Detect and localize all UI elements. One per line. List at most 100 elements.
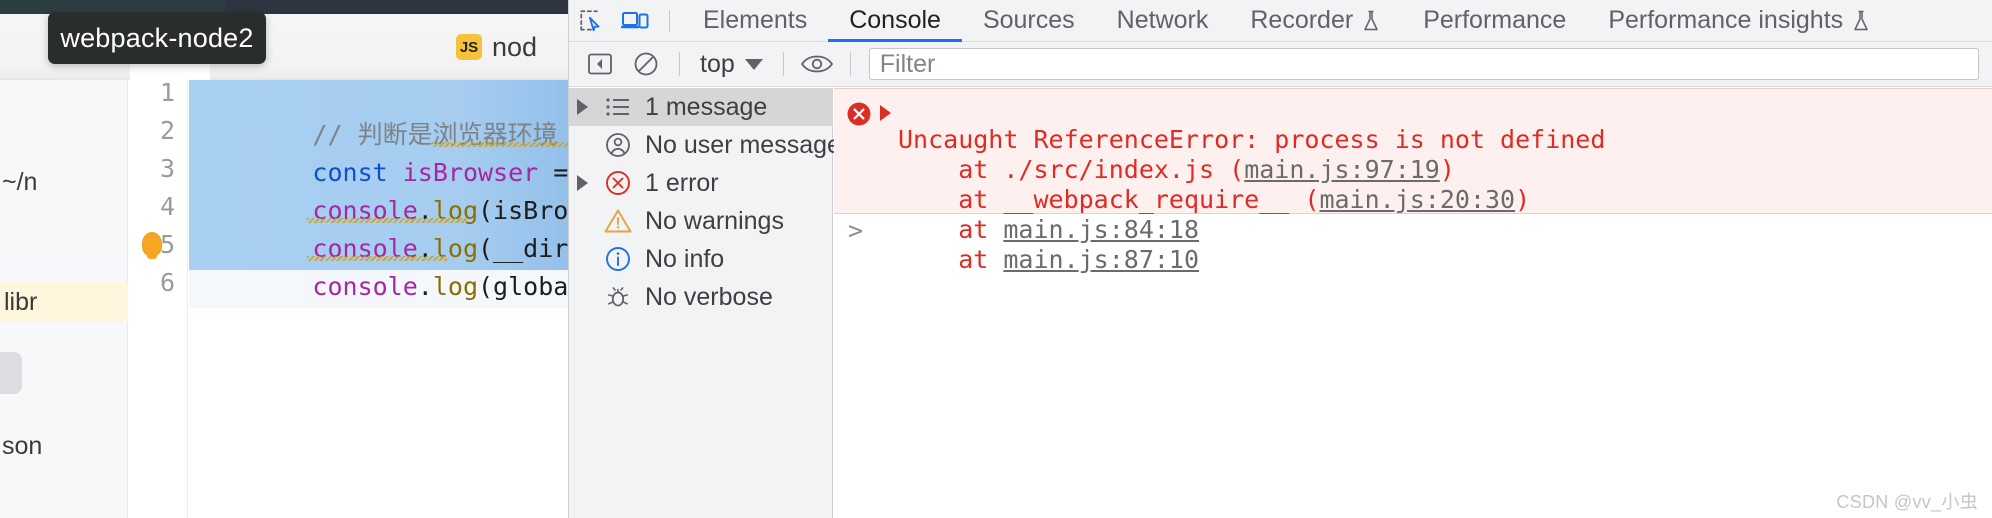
chevron-down-icon: [744, 58, 763, 70]
code-editor-pane: in.js JS nod ~/n libr son 1 2 3 4 5 6: [0, 0, 568, 518]
sidebar-item-user-messages-label: No user messages: [645, 130, 854, 159]
error-title: Uncaught ReferenceError: process is not …: [898, 125, 1606, 154]
info-icon: [595, 245, 641, 273]
editor-titlebar-right: [225, 0, 568, 14]
screenshot-root: in.js JS nod ~/n libr son 1 2 3 4 5 6: [0, 0, 1992, 518]
error-squiggle: [307, 218, 467, 223]
experiment-flask-icon: [1854, 10, 1868, 30]
tab-console-label: Console: [849, 6, 941, 34]
device-toolbar-icon[interactable]: [613, 0, 657, 42]
js-file-icon: JS: [456, 34, 482, 60]
console-error-text: Uncaught ReferenceError: process is not …: [898, 95, 1988, 305]
code-method: log: [432, 272, 478, 301]
sidebar-item-info-label: No info: [645, 244, 725, 273]
explorer-library-fragment[interactable]: libr: [0, 282, 128, 322]
console-toolbar: top Filter: [569, 42, 1992, 87]
tab-elements-label: Elements: [703, 6, 808, 34]
toolbar-divider: [849, 52, 851, 76]
expand-arrow-icon[interactable]: [569, 99, 595, 115]
editor-gutter: 1 2 3 4 5 6: [128, 78, 188, 518]
tab-sources[interactable]: Sources: [962, 0, 1096, 42]
experiment-flask-icon: [1364, 10, 1378, 30]
code-line-5: console.log(global);: [192, 230, 568, 344]
explorer-scroll-chip[interactable]: [0, 352, 22, 394]
sidebar-item-messages-label: 1 message: [645, 92, 768, 121]
user-icon: [595, 131, 641, 159]
tab-elements[interactable]: Elements: [682, 0, 828, 42]
devtools-tab-bar: Elements Console Sources Network Recorde…: [569, 0, 1992, 42]
expand-arrow-icon[interactable]: [569, 175, 595, 191]
console-sidebar: 1 message No user messages 1 error No wa…: [569, 88, 853, 518]
stack-link-2[interactable]: main.js:20:30: [1319, 185, 1515, 214]
sidebar-item-errors-label: 1 error: [645, 168, 719, 197]
stack-prefix-2: at __webpack_require__ (: [898, 185, 1320, 214]
code-args: (global);: [478, 272, 568, 301]
error-icon: [846, 101, 872, 127]
error-squiggle: [432, 142, 568, 147]
stack-link-3[interactable]: main.js:84:18: [1003, 215, 1199, 244]
editor-tab-node[interactable]: JS nod: [440, 14, 553, 80]
sidebar-item-warnings-label: No warnings: [645, 206, 784, 235]
tab-performance-label: Performance: [1423, 6, 1567, 34]
line-number: 2: [159, 116, 175, 145]
toolbar-divider: [782, 52, 784, 76]
execution-context-value: top: [700, 49, 735, 78]
sidebar-item-errors[interactable]: 1 error: [569, 164, 833, 202]
explorer-json-fragment[interactable]: son: [0, 432, 128, 461]
stack-prefix-4: at: [898, 245, 1004, 274]
quickfix-lightbulb-icon[interactable]: [142, 232, 162, 259]
code-object: console: [312, 272, 418, 301]
toggle-console-sidebar-icon[interactable]: [577, 42, 623, 87]
list-icon: [595, 96, 641, 118]
sidebar-item-verbose[interactable]: No verbose: [569, 278, 833, 316]
tab-recorder-label: Recorder: [1250, 6, 1354, 34]
stack-suffix-1: ): [1439, 155, 1455, 184]
stack-link-1[interactable]: main.js:97:19: [1244, 155, 1440, 184]
sidebar-item-info[interactable]: No info: [569, 240, 833, 278]
line-number: 6: [159, 268, 175, 297]
toolbar-divider: [679, 52, 680, 76]
error-icon: [595, 169, 641, 197]
console-filter-placeholder: Filter: [879, 49, 936, 78]
line-number: 4: [159, 192, 175, 221]
clear-console-icon[interactable]: [623, 42, 669, 87]
sidebar-item-user-messages[interactable]: No user messages: [569, 126, 853, 164]
tab-performance-insights-label: Performance insights: [1608, 6, 1844, 34]
code-dot: .: [417, 272, 433, 301]
warning-icon: [595, 207, 641, 235]
stack-prefix-3: at: [898, 215, 1004, 244]
editor-tab-node-label: nod: [492, 31, 538, 62]
sidebar-item-messages[interactable]: 1 message: [569, 88, 833, 126]
tab-network[interactable]: Network: [1096, 0, 1230, 42]
file-path-tooltip: webpack-node2: [48, 12, 266, 64]
inspect-element-icon[interactable]: [569, 0, 613, 42]
tab-console[interactable]: Console: [828, 0, 962, 42]
sidebar-item-verbose-label: No verbose: [645, 282, 773, 311]
stack-link-4[interactable]: main.js:87:10: [1003, 245, 1199, 274]
line-number: 3: [159, 154, 175, 183]
stack-suffix-2: ): [1515, 185, 1531, 214]
tab-network-label: Network: [1116, 6, 1209, 34]
editor-explorer-sliver: ~/n libr son: [0, 80, 128, 518]
tab-performance[interactable]: Performance: [1402, 0, 1587, 42]
console-error-entry[interactable]: Uncaught ReferenceError: process is not …: [834, 88, 1992, 274]
watermark: CSDN @vv_小虫: [1836, 492, 1978, 512]
line-number: 1: [159, 78, 175, 107]
editor-code-surface[interactable]: // 判断是浏览器环境 const isBrowser = proces con…: [189, 80, 568, 518]
expand-arrow-icon[interactable]: [880, 105, 891, 121]
console-prompt-caret[interactable]: >: [848, 216, 863, 245]
explorer-path-fragment[interactable]: ~/n: [0, 168, 128, 197]
devtools-panel: Elements Console Sources Network Recorde…: [568, 0, 1992, 518]
live-expression-eye-icon[interactable]: [794, 42, 840, 87]
tab-recorder[interactable]: Recorder: [1229, 0, 1402, 42]
tab-performance-insights[interactable]: Performance insights: [1587, 0, 1892, 42]
stack-prefix-1: at ./src/index.js (: [898, 155, 1245, 184]
tab-sources-label: Sources: [982, 6, 1075, 34]
console-output[interactable]: Uncaught ReferenceError: process is not …: [834, 88, 1992, 518]
execution-context-selector[interactable]: top: [690, 49, 773, 79]
verbose-icon: [595, 284, 641, 310]
error-squiggle: [307, 256, 447, 261]
toolbar-divider: [669, 9, 670, 32]
sidebar-item-warnings[interactable]: No warnings: [569, 202, 833, 240]
console-filter-input[interactable]: Filter: [868, 48, 1979, 80]
